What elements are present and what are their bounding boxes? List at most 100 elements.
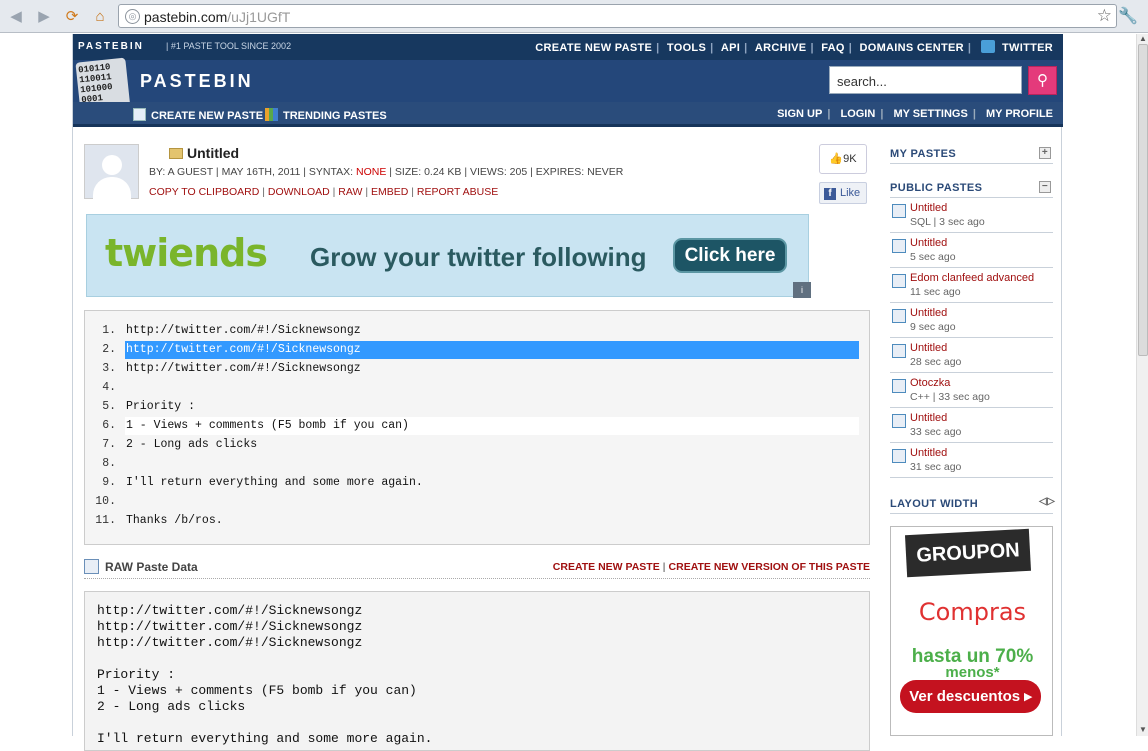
copy-to-clipboard-link[interactable]: COPY TO CLIPBOARD [149, 186, 259, 198]
code-line: 1. http://twitter.com/#!/Sicknewsongz [102, 324, 361, 337]
report-abuse-link[interactable]: REPORT ABUSE [417, 186, 498, 198]
create-new-paste-link[interactable]: CREATE NEW PASTE [133, 108, 263, 122]
like-count-button[interactable]: 👍9K [819, 144, 867, 174]
scroll-up-icon[interactable]: ▲ [1138, 34, 1148, 43]
twiends-ad-banner[interactable]: twiends Grow your twitter following Clic… [86, 214, 809, 297]
paste-icon [892, 379, 906, 393]
nav-tools[interactable]: TOOLS [667, 42, 706, 54]
list-item[interactable]: Untitled 5 sec ago [890, 233, 1053, 268]
code-line: 7. 2 - Long ads clicks [102, 438, 258, 451]
code-line: 4. [102, 381, 116, 394]
trending-pastes-link[interactable]: TRENDING PASTES [265, 108, 387, 122]
reload-icon[interactable]: ⟳ [63, 8, 81, 26]
code-line: 6. 1 - Views + comments (F5 bomb if you c… [86, 417, 859, 435]
paste-icon [892, 344, 906, 358]
facebook-like-button[interactable]: f Like [819, 182, 867, 204]
search-icon[interactable]: ⚲ [1028, 66, 1057, 95]
scrollbar[interactable]: ▲ ▼ [1136, 34, 1148, 736]
top-nav: CREATE NEW PASTE | TOOLS | API | ARCHIVE | F… [535, 40, 1053, 54]
avatar [84, 144, 139, 199]
sign-up-link[interactable]: SIGN UP [777, 108, 822, 120]
ad-info-icon[interactable]: i [793, 282, 811, 298]
tagline: | #1 PASTE TOOL SINCE 2002 [166, 41, 292, 51]
raw-paste-textarea[interactable]: http://twitter.com/#!/Sicknewsongz http:… [84, 591, 870, 751]
code-line: 5. Priority : [102, 400, 196, 413]
groupon-line3: menos* [945, 664, 1000, 681]
forward-icon[interactable]: ▶ [35, 8, 53, 26]
code-line: 10. [95, 495, 116, 508]
login-link[interactable]: LOGIN [840, 108, 875, 120]
search-input[interactable]: search... [829, 66, 1022, 94]
layout-width-header: LAYOUT WIDTH ◁▷ [890, 492, 1055, 514]
create-new-version-button[interactable]: CREATE NEW VERSION OF THIS PASTE [669, 561, 870, 573]
list-item[interactable]: Untitled 31 sec ago [890, 443, 1053, 478]
page-title: Untitled [169, 145, 239, 161]
paste-icon [892, 239, 906, 253]
expand-icon[interactable]: + [1039, 147, 1051, 159]
raw-paste-title: RAW Paste Data [105, 560, 198, 574]
nav-faq[interactable]: FAQ [821, 42, 845, 54]
twitter-icon[interactable] [980, 40, 995, 53]
raw-paste-header: RAW Paste Data CREATE NEW PASTE | CREATE… [84, 557, 870, 579]
page: PASTEBIN | #1 PASTE TOOL SINCE 2002 CREA… [72, 34, 1063, 751]
my-settings-link[interactable]: MY SETTINGS [893, 108, 967, 120]
thumbs-up-icon: 👍 [829, 153, 844, 165]
list-item[interactable]: Untitled 9 sec ago [890, 303, 1053, 338]
nav-archive[interactable]: ARCHIVE [755, 42, 807, 54]
scrollbar-thumb[interactable] [1138, 44, 1148, 356]
paste-icon [892, 309, 906, 323]
paste-icon [892, 449, 906, 463]
list-item[interactable]: Untitled SQL | 3 sec ago [890, 198, 1053, 233]
paste-icon [892, 414, 906, 428]
brand-text: PASTEBIN [78, 41, 144, 52]
list-item[interactable]: Edom clanfeed advanced 11 sec ago [890, 268, 1053, 303]
home-icon[interactable]: ⌂ [91, 8, 109, 26]
bookmark-star-icon[interactable]: ☆ [1097, 6, 1112, 26]
logo-name[interactable]: PASTEBIN [140, 71, 254, 92]
back-icon[interactable]: ◀ [7, 8, 25, 26]
sidebar: MY PASTES + PUBLIC PASTES − Untitled SQL | … [890, 142, 1055, 514]
list-item[interactable]: Untitled 28 sec ago [890, 338, 1053, 373]
paste-icon [892, 274, 906, 288]
browser-toolbar: ◀ ▶ ⟳ ⌂ ◎ pastebin.com/uJj1UGfT ☆ 🔧 [0, 0, 1148, 33]
code-line: 9. I'll return everything and some more a… [102, 476, 423, 489]
groupon-button[interactable]: Ver descuentos ▸ [900, 680, 1041, 713]
raw-link[interactable]: RAW [338, 186, 362, 198]
ad-click-button[interactable]: Click here [673, 238, 787, 273]
nav-api[interactable]: API [721, 42, 740, 54]
globe-icon: ◎ [125, 9, 140, 24]
code-block: 1. http://twitter.com/#!/Sicknewsongz 2. h… [84, 310, 870, 545]
code-line: 3. http://twitter.com/#!/Sicknewsongz [102, 362, 361, 375]
groupon-line1: Compras [918, 598, 1027, 626]
paste-meta: BY: A GUEST | MAY 16TH, 2011 | SYNTAX: N… [149, 166, 624, 178]
new-paste-icon [133, 108, 146, 121]
address-bar[interactable]: ◎ pastebin.com/uJj1UGfT ☆ [118, 4, 1117, 28]
download-link[interactable]: DOWNLOAD [268, 186, 330, 198]
width-toggle-icon[interactable]: ◁▷ [1039, 497, 1055, 509]
raw-data-icon [84, 559, 99, 574]
code-line: 11. Thanks /b/ros. [95, 514, 223, 527]
ad-headline: Grow your twitter following [310, 242, 647, 272]
scroll-down-icon[interactable]: ▼ [1138, 725, 1148, 734]
top-strip: PASTEBIN | #1 PASTE TOOL SINCE 2002 CREA… [73, 34, 1063, 60]
paste-icon [892, 204, 906, 218]
nav-twitter[interactable]: TWITTER [1002, 42, 1053, 54]
list-item[interactable]: Untitled 33 sec ago [890, 408, 1053, 443]
wrench-icon[interactable]: 🔧 [1118, 6, 1138, 26]
paste-actions: COPY TO CLIPBOARD | DOWNLOAD | RAW | EMB… [149, 186, 499, 198]
sub-nav: CREATE NEW PASTE TRENDING PASTES SIGN UP… [73, 102, 1063, 127]
bar-chart-icon [265, 108, 278, 121]
lock-icon [169, 148, 183, 159]
collapse-icon[interactable]: − [1039, 181, 1051, 193]
my-profile-link[interactable]: MY PROFILE [986, 108, 1053, 120]
embed-link[interactable]: EMBED [371, 186, 408, 198]
list-item[interactable]: Otoczka C++ | 33 sec ago [890, 373, 1053, 408]
create-new-paste-button[interactable]: CREATE NEW PASTE [553, 561, 660, 573]
ad-brand: twiends [105, 231, 268, 275]
url-text: pastebin.com/uJj1UGfT [144, 9, 291, 25]
my-pastes-header: MY PASTES + [890, 142, 1053, 164]
nav-create-new-paste[interactable]: CREATE NEW PASTE [535, 42, 652, 54]
groupon-ad[interactable]: GROUPON Compras hasta un 70% menos* Ver … [890, 526, 1053, 736]
facebook-icon: f [824, 188, 836, 200]
nav-domains-center[interactable]: DOMAINS CENTER [859, 42, 963, 54]
